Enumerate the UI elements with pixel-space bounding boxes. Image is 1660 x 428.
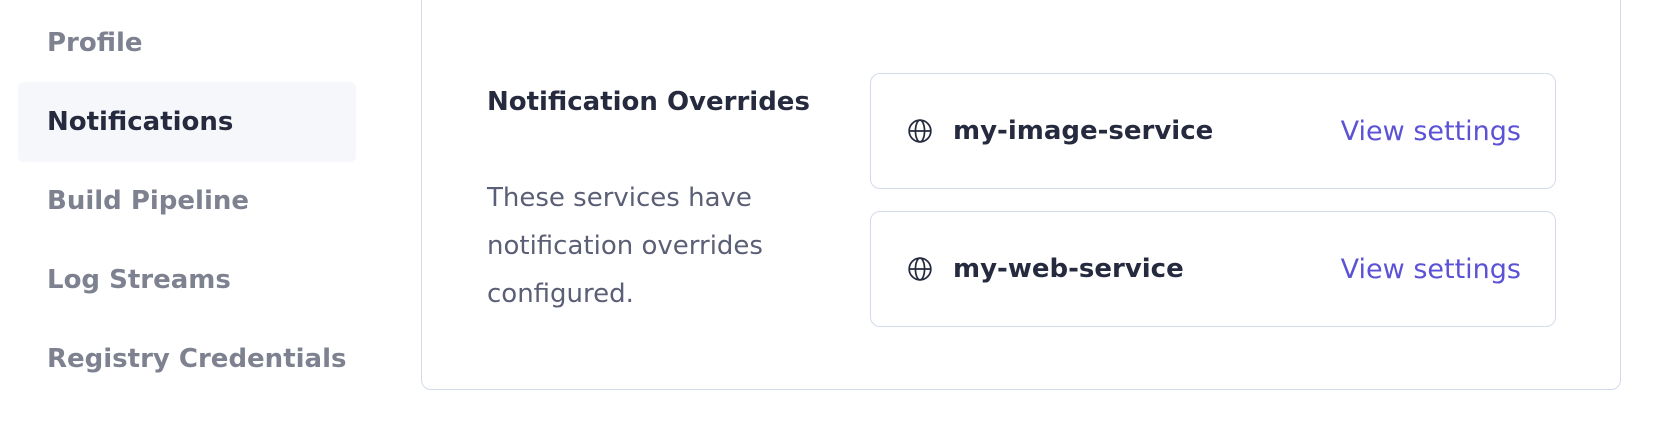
service-override-row: my-web-service View settings — [870, 211, 1556, 327]
service-override-row: my-image-service View settings — [870, 73, 1556, 189]
settings-sidebar: Profile Notifications Build Pipeline Log… — [0, 0, 360, 428]
section-title: Notification Overrides — [487, 87, 810, 117]
service-name: my-image-service — [953, 116, 1214, 146]
globe-icon — [908, 119, 932, 143]
sidebar-item-registry-credentials[interactable]: Registry Credentials — [18, 319, 356, 399]
sidebar-item-label: Build Pipeline — [47, 186, 249, 216]
view-settings-link[interactable]: View settings — [1341, 116, 1521, 147]
sidebar-item-build-pipeline[interactable]: Build Pipeline — [18, 161, 356, 241]
sidebar-item-profile[interactable]: Profile — [18, 3, 356, 83]
sidebar-item-label: Profile — [47, 28, 143, 58]
service-name: my-web-service — [953, 254, 1184, 284]
globe-icon — [908, 257, 932, 281]
sidebar-item-log-streams[interactable]: Log Streams — [18, 240, 356, 320]
sidebar-item-label: Notifications — [47, 107, 234, 137]
section-description: These services have notification overrid… — [487, 183, 763, 309]
sidebar-item-notifications[interactable]: Notifications — [18, 82, 356, 162]
sidebar-item-label: Registry Credentials — [47, 344, 347, 374]
sidebar-item-label: Log Streams — [47, 265, 231, 295]
view-settings-link[interactable]: View settings — [1341, 254, 1521, 285]
